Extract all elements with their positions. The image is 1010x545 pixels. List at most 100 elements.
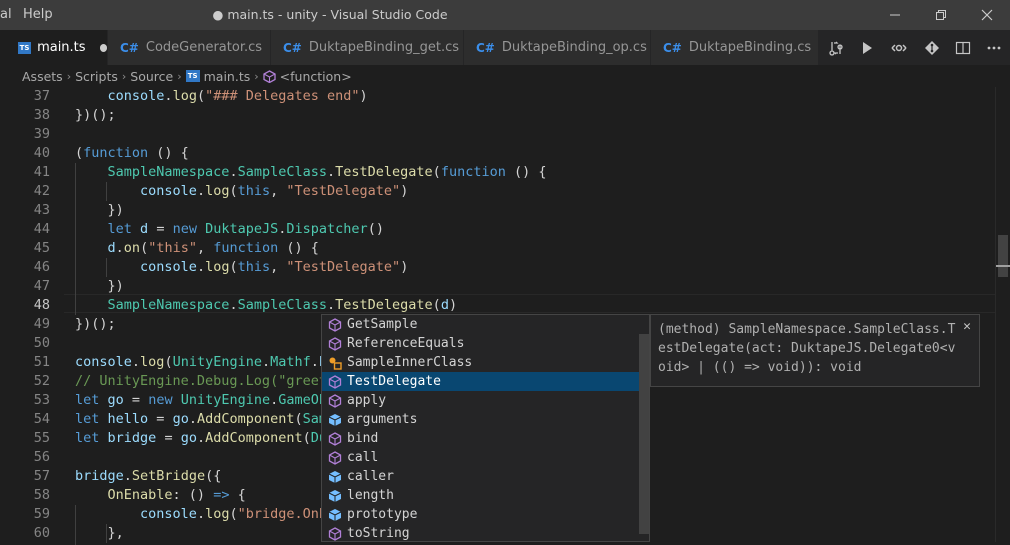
suggest-item[interactable]: prototype	[322, 505, 649, 524]
method-icon	[328, 336, 342, 351]
line-number: 52	[33, 373, 50, 389]
line-number: 41	[33, 164, 50, 180]
method-icon	[328, 431, 342, 446]
line-number: 51	[33, 354, 50, 370]
close-button[interactable]	[964, 0, 1010, 30]
csharp-file-icon: C#	[120, 40, 139, 55]
class-icon	[329, 357, 342, 370]
tab-label: DuktapeBinding.cs	[688, 40, 812, 55]
method-icon	[328, 450, 342, 465]
suggest-item[interactable]: ReferenceEquals	[322, 334, 649, 353]
suggest-widget: GetSample ReferenceEquals SampleInnerCla…	[321, 314, 650, 542]
line-number: 49	[33, 316, 50, 332]
line-number: 45	[33, 240, 50, 256]
line-number: 59	[33, 506, 50, 522]
method-cube-icon	[263, 69, 276, 83]
breadcrumb-item-main-ts[interactable]: main.ts	[204, 69, 251, 84]
method-icon	[328, 393, 342, 408]
line-number: 60	[33, 525, 50, 541]
suggest-item[interactable]: bind	[322, 429, 649, 448]
breadcrumb-item-scripts[interactable]: Scripts	[75, 69, 118, 84]
line-number: 55	[33, 430, 50, 446]
line-number: 48	[33, 297, 50, 313]
tab-label: DuktapeBinding_op.cs	[501, 40, 647, 55]
line-number: 47	[33, 278, 50, 294]
line-number: 40	[33, 145, 50, 161]
close-icon	[981, 9, 993, 21]
minimize-button[interactable]	[872, 0, 918, 30]
chevron-right-icon: ›	[66, 69, 72, 83]
breadcrumb-item-source[interactable]: Source	[130, 69, 173, 84]
restore-button[interactable]	[918, 0, 964, 30]
method-icon	[328, 317, 342, 332]
tab-main-ts[interactable]: TS main.ts	[0, 30, 108, 65]
chevron-right-icon: ›	[177, 69, 182, 83]
chevron-right-icon: ›	[254, 69, 259, 83]
editor-scrollbar[interactable]	[995, 87, 1010, 542]
git-icon[interactable]	[924, 40, 940, 56]
scrollbar-cursor-marker	[996, 265, 1010, 267]
tab-label: main.ts	[37, 40, 86, 55]
line-number: 42	[33, 183, 50, 199]
details-signature-line: oid> | (() => void)): void	[658, 360, 862, 375]
details-signature-line: (method) SampleNamespace.SampleClass.T	[658, 322, 956, 337]
more-actions-icon[interactable]	[986, 40, 1002, 56]
run-icon[interactable]	[859, 40, 875, 56]
editor-actions	[820, 30, 1010, 65]
split-editor-icon[interactable]	[955, 40, 971, 56]
line-number: 56	[33, 449, 50, 465]
line-number: 38	[33, 107, 50, 123]
suggest-item-selected[interactable]: TestDelegate	[322, 372, 649, 391]
method-icon	[328, 526, 342, 541]
suggest-item[interactable]: GetSample	[322, 315, 649, 334]
restore-icon	[936, 10, 946, 20]
tab-duktapebinding-cs[interactable]: C# DuktapeBinding.cs	[651, 30, 819, 65]
field-icon	[328, 508, 342, 521]
unsaved-dot-icon[interactable]	[99, 43, 107, 52]
line-number: 58	[33, 487, 50, 503]
suggest-details: (method) SampleNamespace.SampleClass.T es…	[650, 314, 980, 387]
field-icon	[328, 470, 342, 483]
breadcrumb-item-assets[interactable]: Assets	[22, 69, 63, 84]
window-title: ● main.ts - unity - Visual Studio Code	[212, 7, 448, 22]
line-number: 54	[33, 411, 50, 427]
chevron-right-icon: ›	[121, 69, 127, 83]
tab-label: DuktapeBinding_get.cs	[308, 40, 459, 55]
suggest-item[interactable]: call	[322, 448, 649, 467]
suggest-scrollbar-thumb[interactable]	[639, 334, 649, 534]
breadcrumb-item-function[interactable]: <function>	[280, 69, 352, 84]
method-icon	[328, 374, 342, 389]
suggest-item[interactable]: toString	[322, 524, 649, 541]
line-number: 43	[33, 202, 50, 218]
tab-duktapebinding-get-cs[interactable]: C# DuktapeBinding_get.cs	[271, 30, 464, 65]
line-number: 44	[33, 221, 50, 237]
suggest-item[interactable]: length	[322, 486, 649, 505]
tab-codegenerator-cs[interactable]: C# CodeGenerator.cs	[108, 30, 271, 65]
tab-label: CodeGenerator.cs	[145, 40, 263, 55]
title-bar: al Help ● main.ts - unity - Visual Studi…	[0, 0, 1010, 30]
line-number: 37	[33, 88, 50, 104]
minimize-icon	[890, 14, 900, 16]
open-changes-icon[interactable]	[828, 40, 844, 56]
csharp-file-icon: C#	[476, 40, 495, 55]
csharp-file-icon: C#	[663, 40, 682, 55]
line-number: 53	[33, 392, 50, 408]
line-number: 57	[33, 468, 50, 484]
suggest-item[interactable]: caller	[322, 467, 649, 486]
details-signature-line: estDelegate(act: DuktapeJS.Delegate0<v	[658, 341, 956, 356]
suggest-item[interactable]: SampleInnerClass	[322, 353, 649, 372]
close-details-icon[interactable]: ✕	[963, 317, 971, 336]
tab-duktapebinding-op-cs[interactable]: C# DuktapeBinding_op.cs	[464, 30, 651, 65]
toggle-preview-icon[interactable]	[890, 40, 908, 56]
csharp-file-icon: C#	[283, 40, 302, 55]
suggest-item[interactable]: arguments	[322, 410, 649, 429]
field-icon	[328, 413, 342, 426]
field-icon	[328, 489, 342, 502]
breadcrumb: Assets › Scripts › Source › TS main.ts ›…	[0, 65, 1010, 87]
scrollbar-thumb[interactable]	[998, 235, 1008, 277]
line-number: 46	[33, 259, 50, 275]
typescript-file-icon: TS	[18, 41, 32, 54]
line-number: 39	[33, 126, 50, 142]
tab-bar: TS main.ts C# CodeGenerator.cs C# Duktap…	[0, 30, 1010, 65]
suggest-item[interactable]: apply	[322, 391, 649, 410]
